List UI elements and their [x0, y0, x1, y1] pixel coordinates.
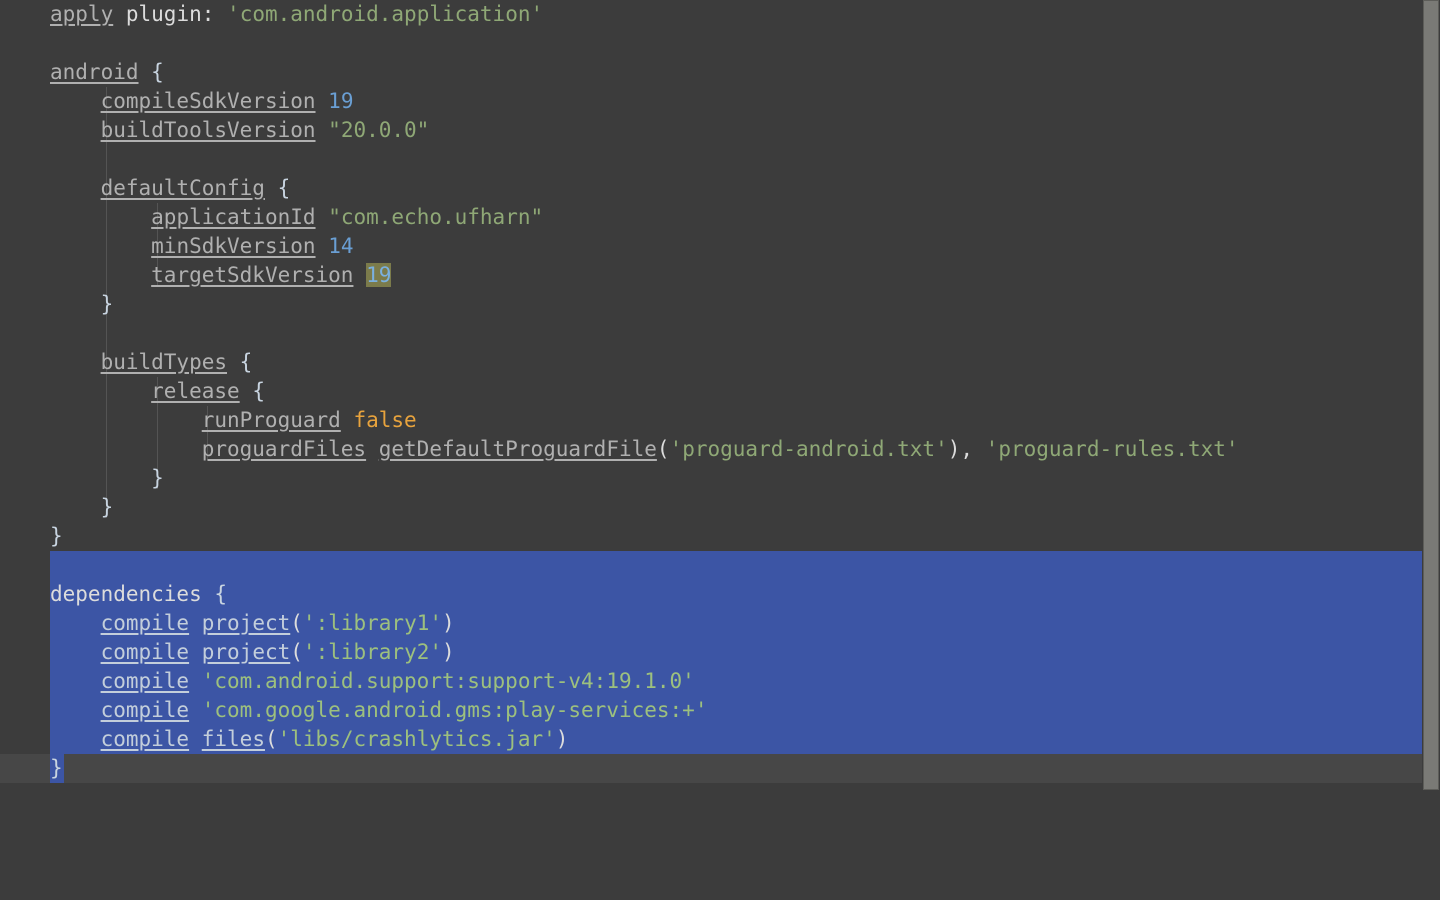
- code-line[interactable]: compile files('libs/crashlytics.jar'): [0, 725, 1422, 754]
- code-line[interactable]: [0, 145, 1422, 174]
- code-line[interactable]: [0, 29, 1422, 58]
- code-line[interactable]: compile project(':library2'): [0, 638, 1422, 667]
- code-line[interactable]: buildTypes {: [0, 348, 1422, 377]
- code-line[interactable]: runProguard false: [0, 406, 1422, 435]
- code-line[interactable]: minSdkVersion 14: [0, 232, 1422, 261]
- code-line[interactable]: [0, 319, 1422, 348]
- code-editor[interactable]: apply plugin: 'com.android.application' …: [0, 0, 1440, 900]
- code-line[interactable]: targetSdkVersion 19: [0, 261, 1422, 290]
- code-line[interactable]: }: [0, 522, 1422, 551]
- code-line[interactable]: applicationId "com.echo.ufharn": [0, 203, 1422, 232]
- code-line[interactable]: }: [0, 464, 1422, 493]
- code-line[interactable]: dependencies {: [0, 580, 1422, 609]
- code-line[interactable]: buildToolsVersion "20.0.0": [0, 116, 1422, 145]
- code-line[interactable]: compile 'com.android.support:support-v4:…: [0, 667, 1422, 696]
- code-line[interactable]: }: [0, 493, 1422, 522]
- code-line[interactable]: compile project(':library1'): [0, 609, 1422, 638]
- code-line[interactable]: release {: [0, 377, 1422, 406]
- code-line[interactable]: }: [0, 754, 1422, 783]
- code-line[interactable]: defaultConfig {: [0, 174, 1422, 203]
- code-line[interactable]: proguardFiles getDefaultProguardFile('pr…: [0, 435, 1422, 464]
- vertical-scrollbar[interactable]: [1422, 0, 1440, 900]
- code-line[interactable]: apply plugin: 'com.android.application': [0, 0, 1422, 29]
- code-line[interactable]: compile 'com.google.android.gms:play-ser…: [0, 696, 1422, 725]
- code-line[interactable]: }: [0, 290, 1422, 319]
- code-line[interactable]: compileSdkVersion 19: [0, 87, 1422, 116]
- code-line[interactable]: android {: [0, 58, 1422, 87]
- scrollbar-thumb[interactable]: [1423, 0, 1439, 790]
- code-line[interactable]: [0, 551, 1422, 580]
- code-text-area[interactable]: apply plugin: 'com.android.application' …: [0, 0, 1422, 783]
